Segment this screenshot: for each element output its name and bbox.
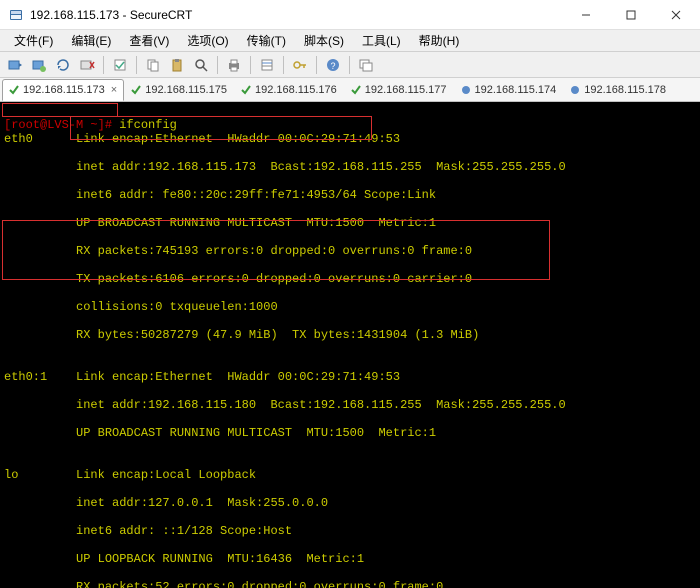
- toggle1-icon[interactable]: [109, 54, 131, 76]
- terminal-line: RX bytes:50287279 (47.9 MiB) TX bytes:14…: [4, 328, 696, 342]
- titlebar: 192.168.115.173 - SecureCRT: [0, 0, 700, 30]
- tabbar: 192.168.115.173 × 192.168.115.175 192.16…: [0, 78, 700, 102]
- menu-options[interactable]: 选项(O): [179, 30, 236, 51]
- terminal-line: RX packets:52 errors:0 dropped:0 overrun…: [4, 580, 696, 588]
- toolbar-separator: [136, 56, 137, 74]
- terminal-line: inet6 addr: ::1/128 Scope:Host: [4, 524, 696, 538]
- menu-view[interactable]: 查看(V): [121, 30, 177, 51]
- status-green-icon: [9, 85, 19, 95]
- tab-label: 192.168.115.173: [23, 84, 105, 96]
- quick-connect-icon[interactable]: [28, 54, 50, 76]
- toolbar-separator: [283, 56, 284, 74]
- terminal-line: eth0:1 Link encap:Ethernet HWaddr 00:0C:…: [4, 370, 696, 384]
- find-icon[interactable]: [190, 54, 212, 76]
- svg-text:?: ?: [330, 61, 335, 71]
- menubar: 文件(F) 编辑(E) 查看(V) 选项(O) 传输(T) 脚本(S) 工具(L…: [0, 30, 700, 52]
- terminal-line: inet addr:192.168.115.180 Bcast:192.168.…: [4, 398, 696, 412]
- terminal[interactable]: [root@LVS-M ~]# ifconfig eth0 Link encap…: [0, 102, 700, 588]
- disconnect-icon[interactable]: [76, 54, 98, 76]
- toolbar-separator: [316, 56, 317, 74]
- toolbar-separator: [349, 56, 350, 74]
- tab-session-3[interactable]: 192.168.115.176: [234, 79, 344, 101]
- terminal-line: lo Link encap:Local Loopback: [4, 468, 696, 482]
- tab-label: 192.168.115.178: [584, 84, 666, 96]
- paste-icon[interactable]: [166, 54, 188, 76]
- terminal-line: inet addr:192.168.115.173 Bcast:192.168.…: [4, 160, 696, 174]
- tab-label: 192.168.115.177: [365, 84, 447, 96]
- tab-label: 192.168.115.175: [145, 84, 227, 96]
- terminal-line: UP BROADCAST RUNNING MULTICAST MTU:1500 …: [4, 426, 696, 440]
- maximize-button[interactable]: [608, 0, 653, 30]
- reconnect-icon[interactable]: [52, 54, 74, 76]
- terminal-line: UP LOOPBACK RUNNING MTU:16436 Metric:1: [4, 552, 696, 566]
- new-window-icon[interactable]: [355, 54, 377, 76]
- toolbar-separator: [103, 56, 104, 74]
- tab-session-4[interactable]: 192.168.115.177: [344, 79, 454, 101]
- status-green-icon: [351, 85, 361, 95]
- status-blue-icon: [570, 85, 580, 95]
- menu-file[interactable]: 文件(F): [6, 30, 61, 51]
- help-icon[interactable]: ?: [322, 54, 344, 76]
- highlight-box: [2, 103, 118, 117]
- toolbar: ?: [0, 52, 700, 78]
- terminal-line: collisions:0 txqueuelen:1000: [4, 300, 696, 314]
- toolbar-separator: [250, 56, 251, 74]
- terminal-line: inet addr:127.0.0.1 Mask:255.0.0.0: [4, 496, 696, 510]
- toolbar-separator: [217, 56, 218, 74]
- status-green-icon: [131, 85, 141, 95]
- properties-icon[interactable]: [256, 54, 278, 76]
- copy-icon[interactable]: [142, 54, 164, 76]
- close-button[interactable]: [653, 0, 698, 30]
- tab-label: 192.168.115.176: [255, 84, 337, 96]
- print-icon[interactable]: [223, 54, 245, 76]
- connect-icon[interactable]: [4, 54, 26, 76]
- tab-session-1[interactable]: 192.168.115.173 ×: [2, 79, 124, 101]
- minimize-button[interactable]: [563, 0, 608, 30]
- tab-label: 192.168.115.174: [475, 84, 557, 96]
- terminal-line: inet6 addr: fe80::20c:29ff:fe71:4953/64 …: [4, 188, 696, 202]
- highlight-box: [2, 220, 550, 280]
- status-blue-icon: [461, 85, 471, 95]
- menu-transfer[interactable]: 传输(T): [239, 30, 294, 51]
- tab-close-icon[interactable]: ×: [111, 84, 117, 96]
- app-icon: [8, 7, 24, 23]
- window-title: 192.168.115.173 - SecureCRT: [30, 8, 563, 22]
- key-icon[interactable]: [289, 54, 311, 76]
- tab-session-2[interactable]: 192.168.115.175: [124, 79, 234, 101]
- tab-session-6[interactable]: 192.168.115.178: [563, 79, 673, 101]
- menu-script[interactable]: 脚本(S): [296, 30, 352, 51]
- menu-help[interactable]: 帮助(H): [411, 30, 468, 51]
- menu-edit[interactable]: 编辑(E): [63, 30, 119, 51]
- menu-tools[interactable]: 工具(L): [354, 30, 409, 51]
- status-green-icon: [241, 85, 251, 95]
- highlight-box: [70, 116, 372, 140]
- tab-session-5[interactable]: 192.168.115.174: [454, 79, 564, 101]
